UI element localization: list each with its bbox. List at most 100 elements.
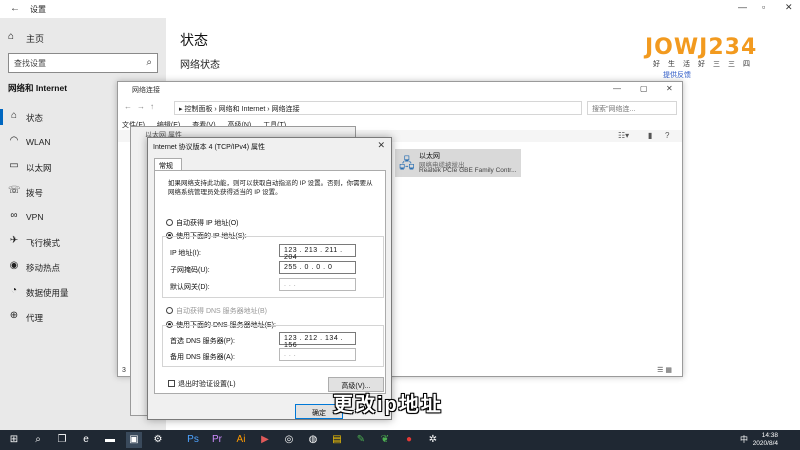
preview-pane-icon[interactable]: ▮ — [648, 131, 652, 140]
sidebar-item-label: 飞行模式 — [26, 238, 61, 248]
settings-titlebar: ← 设置 — ▫ ✕ — [0, 0, 800, 18]
task-view-icon[interactable]: ❐ — [54, 432, 70, 448]
home-network-icon: ⌂ — [10, 110, 18, 121]
sidebar-item-label: VPN — [26, 212, 44, 222]
validate-on-exit-checkbox[interactable]: 退出时验证设置(L) — [168, 379, 236, 389]
page-subtitle: 网络状态 — [180, 60, 220, 71]
maximize-icon[interactable]: ▫ — [762, 2, 765, 12]
item-count: 3 — [122, 367, 126, 374]
ethernet-icon: ▭ — [9, 160, 19, 171]
netconn-title: 网络连接 — [132, 87, 160, 94]
clock-date: 2020/8/4 — [752, 440, 778, 447]
minimize-icon[interactable]: — — [613, 84, 621, 93]
default-gateway-input[interactable]: . . . — [279, 278, 356, 291]
globe-icon: ⊕ — [9, 310, 19, 321]
ipv4-description: 如果网络支持此功能，则可以获取自动指派的 IP 设置。否则，你需要从网络系统管理… — [168, 180, 373, 196]
search-icon[interactable]: ⌕ — [30, 432, 46, 448]
page-title: 状态 — [180, 32, 208, 48]
ime-indicator[interactable]: 中 — [736, 432, 752, 448]
sidebar-item-label: 状态 — [26, 113, 44, 123]
auto-ip-label: 自动获得 IP 地址(O) — [176, 220, 239, 227]
hotspot-icon: ◉ — [9, 260, 19, 271]
logo-tagline: 好生活好三三四 — [653, 61, 758, 68]
video-subtitle: 更改ip地址 — [333, 394, 443, 416]
home-icon: ⌂ — [8, 31, 15, 42]
radio-indicator — [166, 219, 173, 226]
chat-app-icon[interactable]: ◍ — [305, 432, 321, 448]
address-bar: ←→↑ ▸ 控制面板 › 网络和 Internet › 网络连接 搜索"网络连.… — [118, 99, 682, 117]
dialup-icon: ☏ — [8, 185, 21, 196]
netconn-titlebar: 网络连接 — ▢ ✕ — [118, 82, 682, 97]
logo-text: JOWJ234 — [645, 35, 758, 60]
cinema-app-icon[interactable]: ◎ — [281, 432, 297, 448]
maximize-icon[interactable]: ▢ — [640, 84, 648, 93]
close-icon[interactable]: ✕ — [785, 2, 793, 13]
nav-arrows-icon[interactable]: ←→↑ — [124, 102, 159, 111]
subnet-mask-label: 子网掩码(U): — [170, 267, 210, 274]
sidebar-item-label: WLAN — [26, 137, 51, 147]
settings-search-placeholder: 查找设置 — [14, 59, 46, 68]
checkbox-indicator — [168, 380, 175, 387]
clock-time: 14:38 — [761, 432, 778, 439]
network-adapter-icon: 🖧 — [399, 155, 415, 171]
alternate-dns-input[interactable]: . . . — [279, 348, 356, 361]
preferred-dns-input[interactable]: 123 . 212 . 134 . 156 — [279, 332, 356, 349]
ip-address-input[interactable]: 123 . 213 . 211 . 204 — [279, 244, 356, 261]
default-gateway-label: 默认网关(D): — [170, 284, 210, 291]
illustrator-icon[interactable]: Ai — [233, 432, 249, 448]
network-window-taskbar-icon[interactable]: ▣ — [126, 432, 142, 448]
back-arrow-icon[interactable]: ← — [10, 3, 20, 14]
netconn-search-input[interactable]: 搜索"网络连... — [587, 101, 677, 115]
view-options-icon[interactable]: ☷▾ — [618, 131, 629, 140]
start-windows-icon[interactable]: ⊞ — [6, 432, 22, 448]
close-icon[interactable]: ✕ — [666, 84, 673, 93]
gear-app-icon[interactable]: ✲ — [425, 432, 441, 448]
premiere-icon[interactable]: Pr — [209, 432, 225, 448]
breadcrumb[interactable]: ▸ 控制面板 › 网络和 Internet › 网络连接 — [174, 101, 582, 115]
help-icon[interactable]: ? — [665, 131, 669, 140]
ethernet-adapter-item[interactable]: 🖧 以太网 网络电缆被拔出 Realtek PCIe GBE Family Co… — [395, 149, 521, 177]
notes-app-icon[interactable]: ▤ — [329, 432, 345, 448]
close-icon[interactable]: ✕ — [377, 140, 385, 151]
system-clock[interactable]: 14:38 2020/8/4 — [753, 432, 778, 448]
sidebar-item-label: 数据使用量 — [26, 288, 69, 298]
view-toggle-icon[interactable]: ☰ ▦ — [657, 366, 672, 374]
ipv4-dialog-title: Internet 协议版本 4 (TCP/IPv4) 属性 — [153, 144, 266, 151]
subnet-mask-input[interactable]: 255 . 0 . 0 . 0 — [279, 261, 356, 274]
adapter-device: Realtek PCIe GBE Family Contr... — [419, 167, 517, 174]
edge-browser-icon[interactable]: e — [78, 432, 94, 448]
minimize-icon[interactable]: — — [738, 2, 747, 12]
auto-ip-radio[interactable]: 自动获得 IP 地址(O) — [166, 218, 238, 228]
file-explorer-icon[interactable]: ▬ — [102, 432, 118, 448]
sidebar-item-label: 拨号 — [26, 188, 44, 198]
settings-title: 设置 — [30, 5, 46, 14]
sidebar-item-label: 代理 — [26, 313, 44, 323]
ipv4-properties-dialog: Internet 协议版本 4 (TCP/IPv4) 属性 ✕ 常规 如果网络支… — [147, 137, 392, 420]
preferred-dns-label: 首选 DNS 服务器(P): — [170, 338, 235, 345]
category-heading: 网络和 Internet — [8, 83, 68, 93]
data-usage-icon: ◔ — [10, 285, 18, 296]
feedback-link[interactable]: 提供反馈 — [663, 70, 691, 80]
settings-search-input[interactable]: 查找设置 ⌕ — [8, 53, 158, 73]
media-player-icon[interactable]: ▶ — [257, 432, 273, 448]
home-link[interactable]: 主页 — [26, 32, 44, 45]
photoshop-icon[interactable]: Ps — [185, 432, 201, 448]
wifi-icon: ◠ — [9, 135, 19, 146]
vpn-icon: ∞ — [10, 210, 18, 221]
pen-app-icon[interactable]: ✎ — [353, 432, 369, 448]
auto-dns-label: 自动获得 DNS 服务器地址(B) — [176, 308, 267, 315]
active-indicator — [0, 109, 3, 125]
settings-taskbar-icon[interactable]: ⚙ — [150, 432, 166, 448]
sidebar-item-label: 移动热点 — [26, 263, 61, 273]
ip-address-label: IP 地址(I): — [170, 250, 201, 257]
sidebar-item-label: 以太网 — [26, 163, 52, 173]
record-app-icon[interactable]: ● — [401, 432, 417, 448]
airplane-icon: ✈ — [9, 235, 19, 246]
auto-dns-radio[interactable]: 自动获得 DNS 服务器地址(B) — [166, 306, 267, 316]
taskbar: ⊞ ⌕ ❐ e ▬ ▣ ⚙ Ps Pr Ai ▶ ◎ ◍ ▤ ✎ ❦ ● ✲ 中… — [0, 430, 800, 450]
radio-indicator — [166, 307, 173, 314]
leaf-app-icon[interactable]: ❦ — [377, 432, 393, 448]
validate-label: 退出时验证设置(L) — [178, 381, 236, 388]
alternate-dns-label: 备用 DNS 服务器(A): — [170, 354, 235, 361]
search-icon: ⌕ — [146, 57, 152, 68]
